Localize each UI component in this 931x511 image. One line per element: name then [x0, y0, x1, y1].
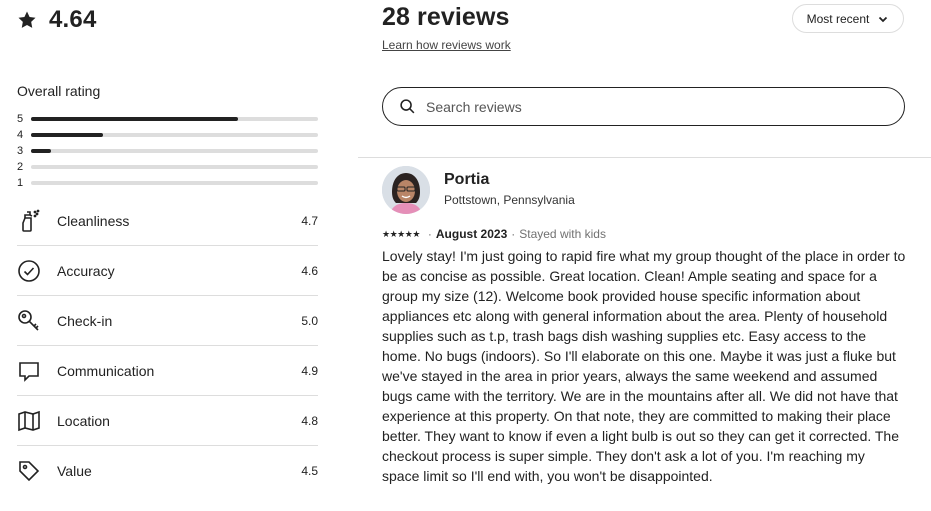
- spray-bottle-icon: [17, 209, 41, 233]
- distribution-label: 4: [17, 129, 24, 141]
- review-meta: ★ ★ ★ ★ ★ · August 2023 · Stayed with kids: [382, 226, 606, 242]
- distribution-bar-track: [31, 149, 318, 153]
- category-name: Check-in: [57, 312, 113, 329]
- chat-bubble-icon: [17, 359, 41, 383]
- distribution-bar-track: [31, 165, 318, 169]
- distribution-row: 5: [17, 111, 318, 127]
- distribution-bar-fill: [31, 133, 103, 137]
- sort-dropdown[interactable]: Most recent: [792, 4, 904, 33]
- category-name: Value: [57, 462, 92, 479]
- reviews-count-title: 28 reviews: [382, 3, 510, 31]
- category-location: Location 4.8: [17, 396, 318, 446]
- separator-dot: ·: [427, 227, 432, 241]
- search-reviews-field[interactable]: [382, 87, 905, 126]
- category-name: Communication: [57, 362, 155, 379]
- category-score: 4.6: [301, 263, 318, 278]
- distribution-bar-track: [31, 133, 318, 137]
- search-input[interactable]: [424, 97, 868, 116]
- category-cleanliness: Cleanliness 4.7: [17, 196, 318, 246]
- category-score: 5.0: [301, 313, 318, 328]
- review-date: August 2023: [435, 227, 508, 241]
- star-icon: ★: [382, 229, 390, 239]
- distribution-row: 4: [17, 127, 318, 143]
- category-score: 4.7: [301, 213, 318, 228]
- reviewer-name: Portia: [444, 171, 490, 188]
- distribution-row: 1: [17, 175, 318, 191]
- tag-icon: [17, 459, 41, 483]
- review-text: Lovely stay! I'm just going to rapid fir…: [382, 248, 906, 484]
- search-icon: [400, 99, 415, 114]
- distribution-label: 5: [17, 113, 24, 125]
- distribution-label: 3: [17, 145, 24, 157]
- map-icon: [17, 409, 41, 433]
- category-score: 4.8: [301, 413, 318, 428]
- category-value: Value 4.5: [17, 446, 318, 495]
- star-icon: ★: [389, 229, 398, 239]
- category-communication: Communication 4.9: [17, 346, 318, 396]
- category-name: Accuracy: [57, 262, 115, 279]
- distribution-bar-track: [31, 181, 318, 185]
- stay-type: Stayed with kids: [519, 227, 606, 241]
- category-score: 4.5: [301, 463, 318, 478]
- star-icon: [18, 11, 36, 28]
- reviewer-avatar[interactable]: [382, 166, 430, 214]
- overall-rating-header: 4.64: [17, 4, 97, 36]
- distribution-row: 2: [17, 159, 318, 175]
- category-name: Location: [57, 412, 110, 429]
- star-icon: ★: [412, 229, 420, 239]
- distribution-bar-fill: [31, 117, 238, 121]
- category-ratings: Cleanliness 4.7 Accuracy 4.6 Check-in 5.…: [17, 196, 318, 495]
- category-check-in: Check-in 5.0: [17, 296, 318, 346]
- distribution-row: 3: [17, 143, 318, 159]
- chevron-down-icon: [879, 16, 888, 22]
- key-icon: [17, 309, 41, 333]
- category-accuracy: Accuracy 4.6: [17, 246, 318, 296]
- reviewer-location: Pottstown, Pennsylvania: [444, 193, 575, 207]
- distribution-label: 1: [17, 177, 24, 189]
- sort-label: Most recent: [806, 11, 870, 26]
- review-stars: ★ ★ ★ ★ ★: [382, 229, 420, 239]
- overall-rating-title: Overall rating: [17, 83, 101, 99]
- rating-distribution: 5 4 3 2 1: [17, 111, 318, 191]
- distribution-label: 2: [17, 161, 24, 173]
- overall-rating-value: 4.64: [49, 6, 97, 33]
- check-circle-icon: [17, 259, 41, 283]
- learn-how-reviews-work-link[interactable]: Learn how reviews work: [382, 38, 511, 52]
- star-icon: ★: [397, 229, 405, 239]
- section-divider: [358, 157, 931, 158]
- star-icon: ★: [404, 229, 413, 239]
- distribution-bar-track: [31, 117, 318, 121]
- separator-dot: ·: [511, 227, 516, 241]
- category-name: Cleanliness: [57, 212, 130, 229]
- category-score: 4.9: [301, 363, 318, 378]
- distribution-bar-fill: [31, 149, 52, 153]
